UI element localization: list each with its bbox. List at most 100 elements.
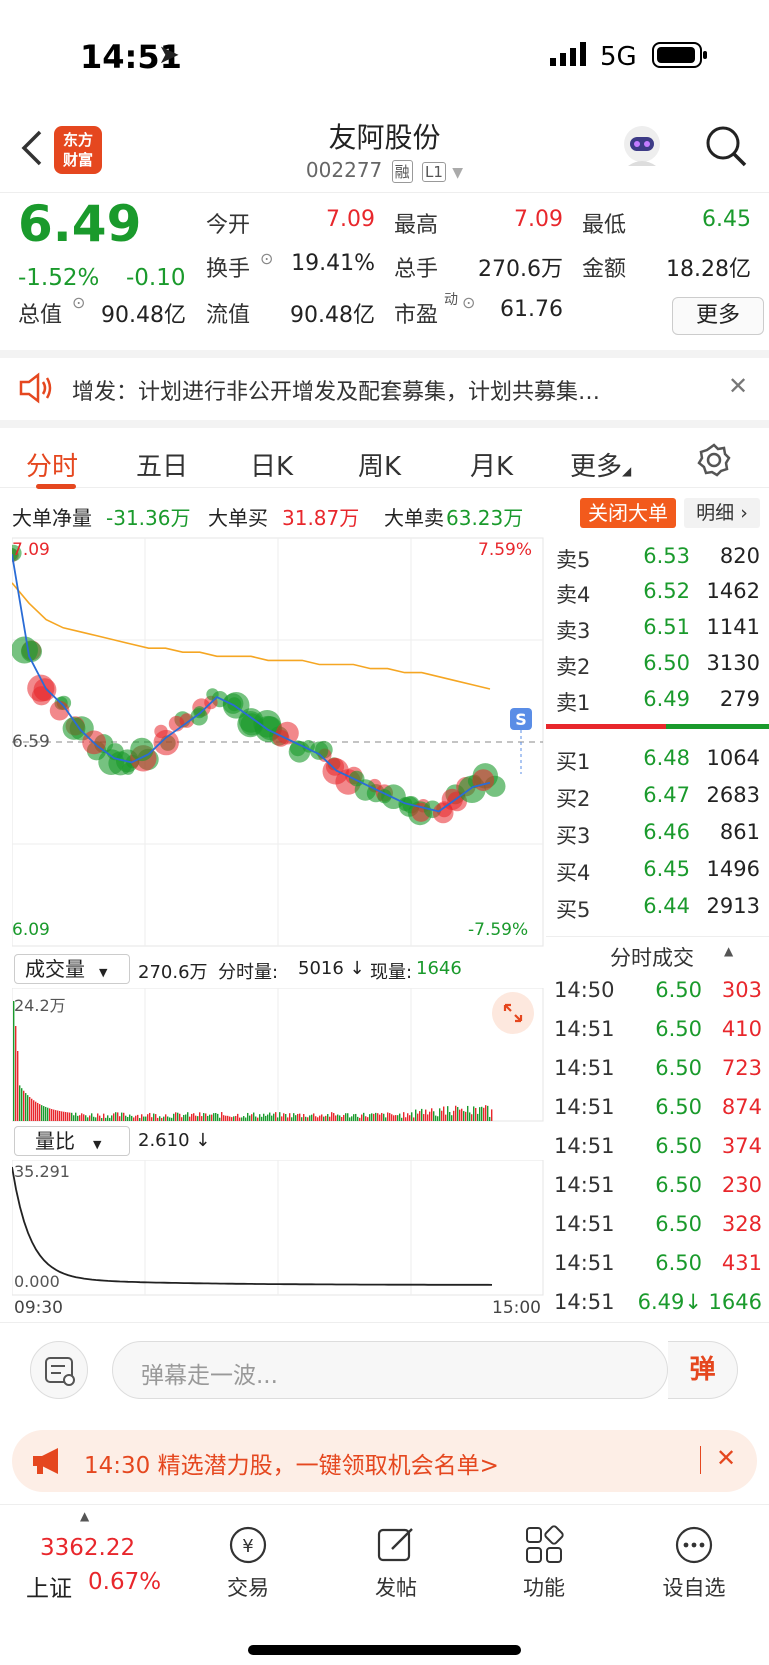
- volume-bar: [157, 1117, 159, 1121]
- volume-bar: [447, 1106, 449, 1121]
- low-value: 6.45: [702, 207, 751, 232]
- volume-bar: [191, 1113, 193, 1121]
- more-dots-icon: [675, 1526, 713, 1564]
- amount-value: 18.28亿: [666, 257, 751, 282]
- trade-volume: 874: [721, 1095, 762, 1119]
- stock-code: 002277: [305, 158, 383, 182]
- index-value[interactable]: 3362.22: [40, 1535, 135, 1561]
- intraday-chart[interactable]: S 7.09 7.59% 6.59 6.09 -7.59%: [4, 536, 544, 948]
- bid-volume: 861: [719, 820, 760, 844]
- volume-bar: [453, 1110, 455, 1121]
- tab-weekly-k[interactable]: 周K: [358, 446, 401, 483]
- volume-bar: [415, 1109, 417, 1121]
- trade-bubbles: [4, 544, 506, 826]
- ask-row: 卖4 6.52 1462: [546, 575, 769, 611]
- info-icon[interactable]: ⊙: [462, 293, 475, 312]
- settings-icon[interactable]: [696, 442, 732, 482]
- close-icon[interactable]: ✕: [728, 372, 748, 400]
- volume-bar: [77, 1115, 79, 1121]
- volume-bar: [133, 1117, 135, 1121]
- trade-time: 14:51: [554, 1212, 615, 1236]
- detail-button[interactable]: 明细 ›: [684, 498, 760, 528]
- trade-time: 14:50: [554, 978, 615, 1002]
- sell-bubble: [354, 779, 377, 801]
- trade-price: 6.50: [655, 1173, 702, 1197]
- volume-bar: [283, 1113, 285, 1121]
- tab-more[interactable]: 更多◢: [570, 446, 631, 483]
- volume-bar: [135, 1115, 137, 1121]
- volume-bar: [487, 1105, 489, 1121]
- volume-bar: [41, 1105, 43, 1121]
- volume-bar: [189, 1116, 191, 1121]
- volume-selector[interactable]: 成交量 ▼: [14, 954, 130, 984]
- volume-bar: [293, 1113, 295, 1121]
- time-start-label: 09:30: [14, 1298, 63, 1318]
- trade-price: 6.50: [655, 1017, 702, 1041]
- expand-icon[interactable]: [492, 992, 534, 1034]
- ratio-selector[interactable]: 量比 ▼: [14, 1126, 130, 1156]
- nav-function[interactable]: 功能: [494, 1523, 594, 1602]
- send-danmu-button[interactable]: 弹: [668, 1341, 738, 1399]
- volume-bar: [211, 1114, 213, 1121]
- volume-bar: [123, 1112, 125, 1121]
- close-large-order-button[interactable]: 关闭大单: [580, 498, 676, 528]
- nav-trade-label: 交易: [227, 1576, 269, 1600]
- collapse-icon[interactable]: ▲: [724, 944, 733, 958]
- volume-bar: [271, 1115, 273, 1121]
- volume-bar: [491, 1109, 493, 1121]
- comment-input[interactable]: 弹幕走一波...: [112, 1341, 668, 1399]
- ask-label: 卖3: [556, 619, 591, 643]
- volume-bar: [389, 1113, 391, 1121]
- intraday-chart-svg: S: [4, 537, 544, 947]
- volume-bar: [313, 1113, 315, 1121]
- volume-bar: [145, 1116, 147, 1121]
- nav-trade[interactable]: ¥ 交易: [198, 1523, 298, 1602]
- trade-row: 14:51 6.50 874: [546, 1091, 769, 1127]
- volume-bar: [253, 1112, 255, 1121]
- volume-bar: [33, 1100, 35, 1121]
- promo-text: 14:30 精选潜力股，一键领取机会名单>: [84, 1453, 499, 1479]
- volume-bar: [387, 1112, 389, 1121]
- promo-close-icon[interactable]: ✕: [716, 1444, 736, 1472]
- trade-volume: 230: [721, 1173, 762, 1197]
- comment-placeholder: 弹幕走一波...: [141, 1363, 278, 1389]
- volume-bar: [93, 1116, 95, 1121]
- tab-five-day[interactable]: 五日: [136, 446, 188, 483]
- tab-intraday[interactable]: 分时: [26, 446, 78, 483]
- search-icon[interactable]: [704, 124, 748, 172]
- volume-bar: [97, 1113, 99, 1121]
- announcement-bar[interactable]: 增发：计划进行非公开增发及配套募集，计划共募集… ✕: [0, 350, 769, 420]
- volume-bar: [87, 1117, 89, 1121]
- nav-watchlist[interactable]: 设自选: [644, 1523, 744, 1602]
- volume-bar: [147, 1114, 149, 1121]
- volume-bar: [375, 1112, 377, 1121]
- volume-bar: [335, 1115, 337, 1121]
- tab-monthly-k[interactable]: 月K: [470, 446, 513, 483]
- tab-daily-k[interactable]: 日K: [250, 446, 293, 483]
- volume-bar: [477, 1113, 479, 1121]
- fen-value: 5016 ↓: [298, 958, 365, 979]
- volume-bar: [199, 1112, 201, 1121]
- more-button[interactable]: 更多: [672, 297, 764, 335]
- promo-banner[interactable]: 14:30 精选潜力股，一键领取机会名单> ✕: [12, 1430, 757, 1492]
- trade-list[interactable]: 分时成交 ▲ 14:50 6.50 303 14:51 6.50 410 14:51 6.…: [546, 936, 769, 1326]
- volume-total: 270.6万: [138, 962, 208, 983]
- volume-bar: [155, 1114, 157, 1121]
- volume-bar: [215, 1112, 217, 1121]
- info-icon[interactable]: ⊙: [72, 293, 85, 312]
- active-tab-indicator: [36, 484, 76, 489]
- trade-row: 14:51 6.50 723: [546, 1052, 769, 1088]
- volume-panel: 成交量 ▼ 270.6万 分时量: 5016 ↓ 现量: 1646 24.2万: [12, 950, 544, 1122]
- comment-list-icon[interactable]: [30, 1341, 88, 1399]
- info-icon[interactable]: ⊙: [260, 249, 273, 268]
- price-change: -0.10: [126, 265, 186, 291]
- nav-post[interactable]: 发帖: [346, 1523, 446, 1602]
- volume-bar: [177, 1112, 179, 1121]
- robot-assistant-icon[interactable]: [618, 122, 666, 174]
- volume-bar: [423, 1114, 425, 1121]
- volume-bar: [75, 1112, 77, 1121]
- volume-bar: [445, 1114, 447, 1121]
- grid-icon: [526, 1525, 564, 1563]
- status-bar: 14:51 ➤ 5G: [0, 0, 769, 110]
- volume-bar: [479, 1107, 481, 1121]
